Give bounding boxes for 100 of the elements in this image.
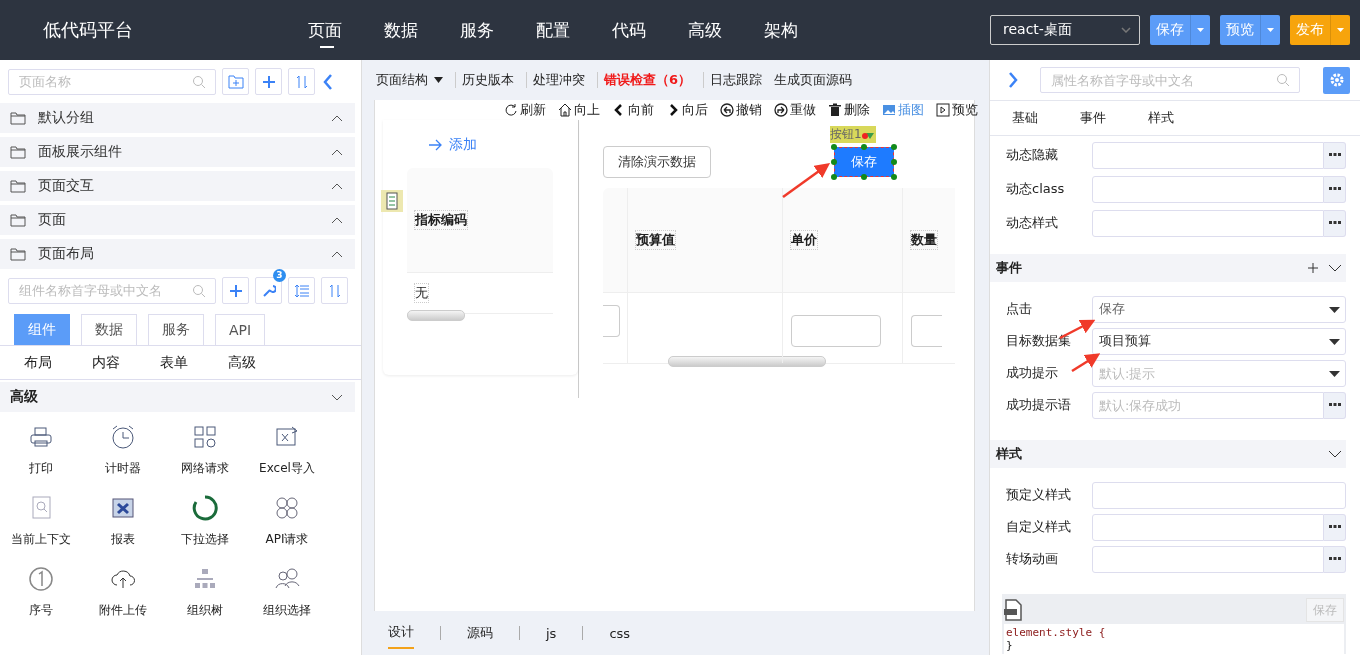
section-header[interactable]: 事件: [990, 254, 1346, 282]
input-field[interactable]: [1092, 175, 1324, 203]
nav-tab[interactable]: 配置: [536, 0, 596, 60]
page-search-field[interactable]: 页面名称: [8, 68, 216, 95]
menu-item[interactable]: 日志跟踪: [710, 71, 769, 89]
menu-item[interactable]: 生成页面源码: [774, 71, 859, 89]
page-group-item[interactable]: 页面交互: [0, 171, 355, 201]
add-button[interactable]: [255, 68, 282, 95]
resize-handle[interactable]: [861, 174, 867, 180]
component-item[interactable]: 当前上下文: [0, 495, 82, 548]
component-item[interactable]: 组织选择: [246, 566, 328, 619]
more-button[interactable]: [1324, 141, 1346, 169]
sort-button[interactable]: [288, 68, 315, 95]
component-item[interactable]: 附件上传: [82, 566, 164, 619]
toolbar-action[interactable]: 预览: [936, 101, 978, 119]
nav-tab[interactable]: 高级: [688, 0, 748, 60]
input-field[interactable]: [1092, 481, 1346, 509]
component-tab[interactable]: 数据: [81, 314, 137, 345]
menu-item[interactable]: 页面结构: [376, 71, 449, 89]
resize-handle[interactable]: [831, 159, 837, 165]
scrollbar-thumb[interactable]: [407, 310, 465, 321]
select-field[interactable]: 默认:提示: [1092, 359, 1346, 387]
category-tab[interactable]: 高级: [228, 353, 256, 372]
selected-save-button[interactable]: 保存: [834, 147, 894, 177]
select-field[interactable]: 保存: [1092, 295, 1346, 323]
dropdown-caret-button[interactable]: [1190, 15, 1210, 45]
settings-button[interactable]: [1323, 66, 1350, 94]
component-item[interactable]: API请求: [246, 495, 328, 548]
sort-button[interactable]: [321, 277, 348, 304]
resize-handle[interactable]: [891, 159, 897, 165]
nav-tab[interactable]: 数据: [384, 0, 444, 60]
page-group-item[interactable]: 页面布局: [0, 239, 355, 269]
input-field[interactable]: [1092, 513, 1324, 541]
nav-tab[interactable]: 代码: [612, 0, 672, 60]
page-group-item[interactable]: 页面: [0, 205, 355, 235]
resize-handle[interactable]: [891, 174, 897, 180]
component-item[interactable]: 计时器: [82, 424, 164, 477]
toolbar-action[interactable]: 向前: [612, 101, 654, 119]
input-field[interactable]: 默认:保存成功: [1092, 391, 1324, 419]
component-item[interactable]: 下拉选择: [164, 495, 246, 548]
more-button[interactable]: [1324, 545, 1346, 573]
component-item[interactable]: 网络请求: [164, 424, 246, 477]
component-search-field[interactable]: 组件名称首字母或中文名: [8, 277, 216, 304]
component-item[interactable]: 序号: [0, 566, 82, 619]
component-item[interactable]: 打印: [0, 424, 82, 477]
nav-tab[interactable]: 架构: [764, 0, 824, 60]
scrollbar-thumb[interactable]: [668, 356, 826, 367]
page-group-item[interactable]: 默认分组: [0, 103, 355, 133]
editor-tab[interactable]: css: [609, 619, 631, 647]
toolbar-action[interactable]: 向后: [666, 101, 708, 119]
expand-chevron-icon[interactable]: [1008, 72, 1018, 88]
menu-item[interactable]: 历史版本: [462, 71, 520, 89]
section-header[interactable]: 高级: [0, 382, 355, 412]
more-button[interactable]: [1324, 391, 1346, 419]
toolbar-action[interactable]: 刷新: [504, 101, 546, 119]
page-group-item[interactable]: 面板展示组件: [0, 137, 355, 167]
add-folder-button[interactable]: [222, 68, 249, 95]
component-tab[interactable]: API: [215, 314, 266, 345]
cell-input-field[interactable]: [791, 315, 881, 347]
plus-icon[interactable]: [1308, 263, 1318, 273]
toolbar-action[interactable]: 重做: [774, 101, 816, 119]
editor-tab[interactable]: 设计: [388, 617, 414, 649]
more-button[interactable]: [1324, 513, 1346, 541]
more-button[interactable]: [1324, 175, 1346, 203]
resize-handle[interactable]: [891, 144, 897, 150]
dropdown-caret-button[interactable]: [1330, 15, 1350, 45]
category-tab[interactable]: 内容: [92, 353, 120, 372]
toolbar-action[interactable]: 插图: [882, 101, 924, 119]
component-item[interactable]: 组织树: [164, 566, 246, 619]
property-search-field[interactable]: 属性名称首字母或中文名: [1040, 67, 1300, 93]
input-field[interactable]: [1092, 209, 1324, 237]
clear-demo-data-button[interactable]: 清除演示数据: [603, 146, 711, 178]
component-tab[interactable]: 服务: [148, 314, 204, 345]
collapse-chevron-icon[interactable]: [323, 73, 333, 90]
component-item[interactable]: Excel导入: [246, 424, 328, 477]
toolbar-action[interactable]: 删除: [828, 101, 870, 119]
property-tab[interactable]: 基础: [1012, 109, 1038, 127]
category-tab[interactable]: 表单: [160, 353, 188, 372]
nav-tab[interactable]: 服务: [460, 0, 520, 60]
resize-handle[interactable]: [831, 144, 837, 150]
nav-tab[interactable]: 页面: [308, 0, 368, 60]
select-field[interactable]: 项目预算: [1092, 327, 1346, 355]
dropdown-caret-button[interactable]: [1260, 15, 1280, 45]
resize-handle[interactable]: [831, 174, 837, 180]
category-tab[interactable]: 布局: [24, 353, 52, 372]
cell-input-field[interactable]: [911, 315, 942, 347]
input-field[interactable]: [1092, 545, 1324, 573]
editor-tab[interactable]: 源码: [467, 618, 493, 648]
cell-input-field[interactable]: [603, 305, 620, 337]
toolbar-action[interactable]: 向上: [558, 101, 600, 119]
editor-tab[interactable]: js: [546, 619, 557, 647]
component-item[interactable]: 报表: [82, 495, 164, 548]
add-link[interactable]: 添加: [429, 136, 477, 154]
menu-item[interactable]: 处理冲突: [533, 71, 591, 89]
menu-item[interactable]: 错误检查（6）: [604, 71, 698, 89]
more-button[interactable]: [1324, 209, 1346, 237]
input-field[interactable]: [1092, 141, 1324, 169]
add-button[interactable]: [222, 277, 249, 304]
wrench-button[interactable]: [255, 277, 282, 304]
toolbar-action[interactable]: 撤销: [720, 101, 762, 119]
